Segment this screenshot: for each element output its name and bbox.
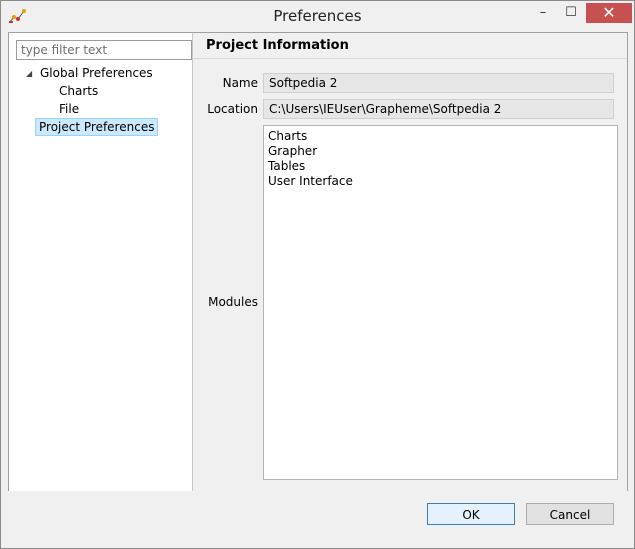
preferences-tree-pane: ◢ Global Preferences Charts File Project… bbox=[9, 33, 193, 491]
tree-item-project-preferences[interactable]: Project Preferences bbox=[35, 118, 159, 136]
module-item-charts[interactable]: Charts bbox=[268, 129, 613, 144]
cancel-button[interactable]: Cancel bbox=[526, 503, 614, 525]
ok-button[interactable]: OK bbox=[427, 503, 515, 525]
modules-label: Modules bbox=[208, 295, 258, 309]
location-label: Location bbox=[207, 102, 258, 116]
close-button[interactable]: ✕ bbox=[586, 3, 632, 23]
filter-input[interactable] bbox=[16, 40, 192, 60]
section-title: Project Information bbox=[206, 38, 349, 53]
module-item-user-interface[interactable]: User Interface bbox=[268, 174, 613, 189]
name-field: Softpedia 2 bbox=[263, 73, 614, 93]
collapse-triangle-icon[interactable]: ◢ bbox=[26, 69, 32, 78]
tree-item-global-preferences[interactable]: Global Preferences bbox=[40, 66, 153, 80]
header-divider bbox=[193, 58, 627, 59]
dialog-button-bar: OK Cancel bbox=[1, 491, 634, 548]
maximize-button[interactable]: ☐ bbox=[557, 3, 585, 23]
project-information-panel: Project Information Name Softpedia 2 Loc… bbox=[193, 33, 627, 491]
tree-item-file[interactable]: File bbox=[59, 102, 79, 116]
title-bar[interactable]: Preferences – ☐ ✕ bbox=[1, 1, 634, 32]
dialog-content: ◢ Global Preferences Charts File Project… bbox=[8, 32, 628, 492]
preferences-window: Preferences – ☐ ✕ ◢ Global Preferences C… bbox=[0, 0, 635, 549]
module-item-tables[interactable]: Tables bbox=[268, 159, 613, 174]
tree-item-charts[interactable]: Charts bbox=[59, 84, 98, 98]
modules-list[interactable]: Charts Grapher Tables User Interface bbox=[263, 125, 618, 480]
module-item-grapher[interactable]: Grapher bbox=[268, 144, 613, 159]
minimize-button[interactable]: – bbox=[529, 3, 557, 23]
location-field: C:\Users\IEUser\Grapheme\Softpedia 2 bbox=[263, 99, 614, 119]
name-label: Name bbox=[222, 76, 258, 90]
